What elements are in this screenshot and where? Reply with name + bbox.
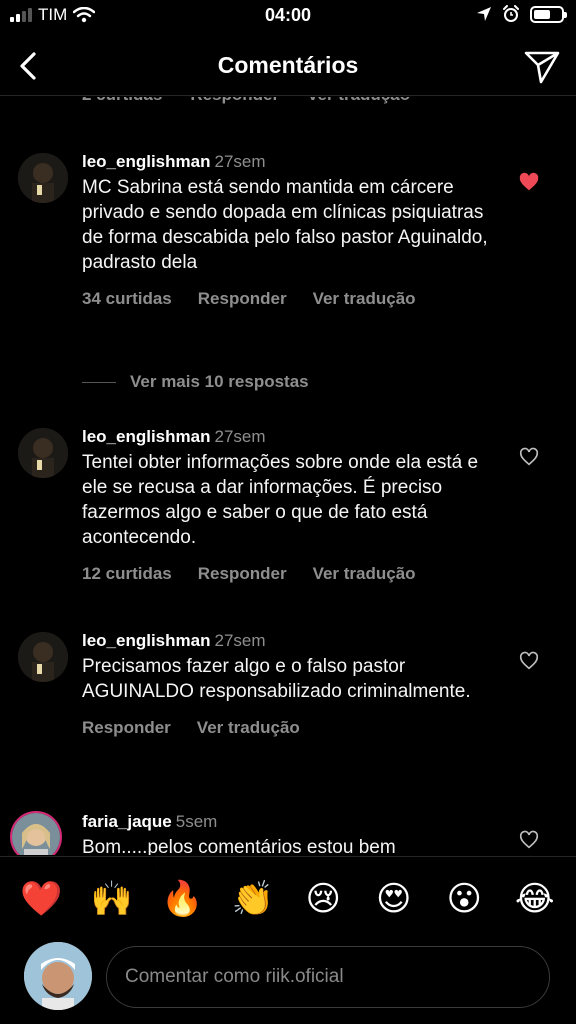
emoji-raised-hands-button[interactable]: 🙌 [89,879,135,919]
avatar[interactable] [10,811,62,855]
view-more-replies[interactable]: Ver mais 10 respostas [82,372,309,392]
status-right [476,5,567,23]
comment-time: 27sem [214,427,266,446]
reply-button[interactable]: Responder [198,564,287,584]
translate-button[interactable]: Ver tradução [307,97,410,105]
comment-actions: 12 curtidas Responder Ver tradução [82,564,492,584]
comment-body: faria_jaque 5sem Bom.....pelos comentário… [82,811,492,855]
comments-feed[interactable]: 2 curtidas Responder Ver tradução leo_en… [0,97,576,855]
emoji-cry-button[interactable]: 😢 [300,879,346,919]
emoji-surprised-button[interactable]: 😮 [441,879,487,919]
comment-composer [0,940,576,1024]
comment-username[interactable]: leo_englishman [82,152,210,171]
likes-count[interactable]: 2 curtidas [82,97,162,105]
partial-action-row: 2 curtidas Responder Ver tradução [82,97,410,105]
comment-time: 27sem [214,152,266,171]
reply-button[interactable]: Responder [198,289,287,309]
avatar[interactable] [18,632,68,682]
comment-input[interactable] [106,946,550,1008]
avatar-photo [24,942,92,1010]
comment-time: 27sem [214,631,266,650]
comment-body: leo_englishman 27sem MC Sabrina está send… [82,151,492,309]
heart-outline-icon[interactable] [518,446,540,468]
location-arrow-icon [477,7,491,21]
replies-divider [82,381,116,383]
emoji-heart-button[interactable]: ❤️ [18,879,64,919]
comment-username[interactable]: faria_jaque [82,812,172,831]
avatar-photo [18,632,68,682]
alarm-clock-icon [503,5,519,22]
comment-text: Bom.....pelos comentários estou bem [82,837,396,855]
comment-time: 5sem [175,812,218,831]
avatar[interactable] [18,428,68,478]
comment-text: Tentei obter informações sobre onde ela … [82,452,479,548]
send-paper-plane-icon[interactable] [522,46,562,86]
likes-count[interactable]: 34 curtidas [82,289,172,309]
current-user-avatar [24,942,92,1010]
comment-body: leo_englishman 27sem Tentei obter informa… [82,426,492,584]
likes-count[interactable]: 12 curtidas [82,564,172,584]
emoji-quick-bar: ❤️ 🙌 🔥 👏 😢 😍 😮 😂 [0,856,576,940]
heart-filled-icon[interactable] [518,171,540,193]
heart-outline-icon[interactable] [518,650,540,672]
avatar-photo [18,153,68,203]
header: Comentários [0,36,576,96]
comment-actions: 34 curtidas Responder Ver tradução [82,289,492,309]
emoji-clap-button[interactable]: 👏 [230,879,276,919]
emoji-heart-eyes-button[interactable]: 😍 [371,879,417,919]
comment-text: MC Sabrina está sendo mantida em cárcere… [82,177,488,273]
comment-username[interactable]: leo_englishman [82,427,210,446]
translate-button[interactable]: Ver tradução [197,718,300,738]
battery-icon [530,5,567,23]
emoji-laugh-button[interactable]: 😂 [512,879,558,919]
comment-username[interactable]: leo_englishman [82,631,210,650]
translate-button[interactable]: Ver tradução [313,289,416,309]
status-bar: TIM 04:00 [0,0,576,32]
avatar-photo [18,428,68,478]
view-more-replies-label[interactable]: Ver mais 10 respostas [130,372,309,392]
comment-text: Precisamos fazer algo e o falso pastor A… [82,656,471,702]
avatar[interactable] [18,153,68,203]
emoji-fire-button[interactable]: 🔥 [159,879,205,919]
comment-body: leo_englishman 27sem Precisamos fazer alg… [82,630,492,738]
reply-button[interactable]: Responder [82,718,171,738]
page-title: Comentários [217,52,359,78]
reply-button[interactable]: Responder [190,97,279,105]
heart-outline-icon[interactable] [518,829,540,851]
comment-actions: Responder Ver tradução [82,718,492,738]
avatar-photo [12,813,60,855]
translate-button[interactable]: Ver tradução [313,564,416,584]
